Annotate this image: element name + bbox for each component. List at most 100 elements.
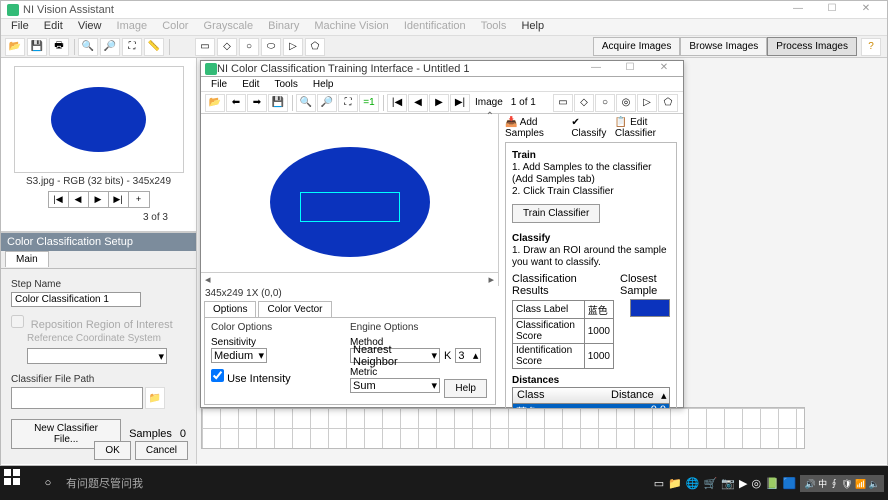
metric-select[interactable]: Sum▾ <box>350 378 440 393</box>
image-view[interactable]: ⌃ <box>201 114 499 272</box>
menu-view[interactable]: View <box>72 18 108 34</box>
open-icon[interactable]: 📂 <box>5 38 25 56</box>
zoom-in-icon[interactable]: 🔍 <box>78 38 98 56</box>
dlg-prev-icon[interactable]: ◀ <box>408 94 428 112</box>
dlg-target-icon[interactable]: ◎ <box>616 94 636 112</box>
taskbar-app[interactable]: ▶ <box>739 477 747 490</box>
browse-file-icon[interactable]: 📁 <box>145 387 165 409</box>
scroll-up-icon[interactable]: ▴ <box>657 388 669 403</box>
sensitivity-select[interactable]: Medium▾ <box>211 348 267 363</box>
method-select[interactable]: Nearest Neighbor▾ <box>350 348 440 363</box>
acquire-images-button[interactable]: Acquire Images <box>593 37 680 56</box>
nav-next-icon[interactable]: ▶ <box>89 192 109 207</box>
ok-button[interactable]: OK <box>94 441 130 460</box>
zoom-out-icon[interactable]: 🔎 <box>100 38 120 56</box>
dlg-maximize-button[interactable]: ☐ <box>615 61 645 76</box>
system-tray[interactable]: 🔊 中 ∮ 🛡 📶 🔈 <box>800 475 884 492</box>
dlg-poly-icon[interactable]: ⬠ <box>658 94 678 112</box>
dlg-save-icon[interactable]: 💾 <box>268 94 288 112</box>
taskbar-app[interactable]: 📁 <box>668 477 682 490</box>
task-view-icon[interactable]: ▭ <box>654 477 664 490</box>
browse-images-button[interactable]: Browse Images <box>680 37 767 56</box>
dlg-last-icon[interactable]: ▶| <box>450 94 470 112</box>
nav-first-icon[interactable]: |◀ <box>49 192 69 207</box>
diamond-tool-icon[interactable]: ◇ <box>217 38 237 56</box>
dlg-next-folder-icon[interactable]: ➡ <box>247 94 267 112</box>
taskbar-app[interactable]: 📗 <box>765 477 779 490</box>
dlg-zoom-out-icon[interactable]: 🔎 <box>317 94 337 112</box>
nav-last-icon[interactable]: ▶| <box>109 192 129 207</box>
nav-add-icon[interactable]: + <box>129 192 149 207</box>
menu-binary[interactable]: Binary <box>262 18 305 34</box>
menu-identification[interactable]: Identification <box>398 18 472 34</box>
list-item[interactable]: 蓝色0.0 <box>513 404 669 408</box>
dlg-prev-folder-icon[interactable]: ⬅ <box>226 94 246 112</box>
ellipse-tool-icon[interactable]: ⬭ <box>261 38 281 56</box>
menu-tools[interactable]: Tools <box>475 18 513 34</box>
dlg-rect-icon[interactable]: ▭ <box>553 94 573 112</box>
dlg-zoom-in-icon[interactable]: 🔍 <box>296 94 316 112</box>
dlg-zoom-fit-icon[interactable]: ⛶ <box>338 94 358 112</box>
collapse-icon[interactable]: ⌃ <box>486 111 494 122</box>
dlg-menu-edit[interactable]: Edit <box>236 78 265 91</box>
taskbar-app[interactable]: ◎ <box>751 477 761 490</box>
dlg-close-button[interactable]: ✕ <box>649 61 679 76</box>
search-hint[interactable]: 有问题尽管问我 <box>66 475 143 491</box>
menu-machine-vision[interactable]: Machine Vision <box>308 18 394 34</box>
menu-color[interactable]: Color <box>156 18 194 34</box>
dlg-zoom-1x-icon[interactable]: =1 <box>359 94 379 112</box>
dlg-play-icon[interactable]: ▷ <box>637 94 657 112</box>
print-icon[interactable]: 🖶 <box>49 38 69 56</box>
save-icon[interactable]: 💾 <box>27 38 47 56</box>
menu-help[interactable]: Help <box>515 18 550 34</box>
file-path-input[interactable] <box>11 387 143 409</box>
dlg-menu-tools[interactable]: Tools <box>268 78 303 91</box>
scroll-left-icon[interactable]: ◂ <box>205 273 211 286</box>
menu-edit[interactable]: Edit <box>38 18 69 34</box>
tab-main[interactable]: Main <box>5 251 49 267</box>
poly-tool-icon[interactable]: ⬠ <box>305 38 325 56</box>
dlg-next-icon[interactable]: ▶ <box>429 94 449 112</box>
process-images-button[interactable]: Process Images <box>767 37 857 56</box>
maximize-button[interactable]: ☐ <box>817 2 847 17</box>
menu-grayscale[interactable]: Grayscale <box>198 18 260 34</box>
taskbar-app[interactable]: 🌐 <box>686 477 700 490</box>
tab-color-vector[interactable]: Color Vector <box>258 301 331 317</box>
help-button[interactable]: Help <box>444 379 487 398</box>
dlg-diamond-icon[interactable]: ◇ <box>574 94 594 112</box>
cancel-button[interactable]: Cancel <box>135 441 188 460</box>
add-samples-button[interactable]: 📥 Add Samples <box>505 117 565 139</box>
tab-options[interactable]: Options <box>204 301 256 317</box>
taskbar-app[interactable]: 🛒 <box>704 477 718 490</box>
scroll-right-icon[interactable]: ▸ <box>488 273 494 286</box>
cortana-icon[interactable]: ○ <box>34 469 62 497</box>
start-button[interactable] <box>4 469 34 497</box>
menu-image[interactable]: Image <box>111 18 154 34</box>
step-name-input[interactable] <box>11 292 141 307</box>
train-classifier-button[interactable]: Train Classifier <box>512 204 600 223</box>
ref-sys-select[interactable]: ▾ <box>27 348 167 364</box>
dlg-first-icon[interactable]: |◀ <box>387 94 407 112</box>
use-intensity-checkbox[interactable] <box>211 369 224 382</box>
dlg-menu-help[interactable]: Help <box>307 78 340 91</box>
dlg-minimize-button[interactable]: — <box>581 61 611 76</box>
edit-classifier-button[interactable]: 📋 Edit Classifier <box>615 117 677 139</box>
close-button[interactable]: ✕ <box>851 2 881 17</box>
dlg-open-icon[interactable]: 📂 <box>205 94 225 112</box>
zoom-fit-icon[interactable]: ⛶ <box>122 38 142 56</box>
circle-tool-icon[interactable]: ○ <box>239 38 259 56</box>
k-spinner[interactable]: 3▴ <box>455 348 481 363</box>
menu-file[interactable]: File <box>5 18 35 34</box>
nav-prev-icon[interactable]: ◀ <box>69 192 89 207</box>
ruler-icon[interactable]: 📏 <box>144 38 164 56</box>
taskbar-app[interactable]: 🟦 <box>783 477 797 490</box>
dlg-menu-file[interactable]: File <box>205 78 233 91</box>
minimize-button[interactable]: — <box>783 2 813 17</box>
help-icon[interactable]: ? <box>861 38 881 56</box>
classify-button[interactable]: ✔ Classify <box>571 117 609 139</box>
roi-rectangle[interactable] <box>300 192 400 222</box>
play-tool-icon[interactable]: ▷ <box>283 38 303 56</box>
rect-tool-icon[interactable]: ▭ <box>195 38 215 56</box>
dlg-circle-icon[interactable]: ○ <box>595 94 615 112</box>
taskbar-app[interactable]: 📷 <box>721 477 735 490</box>
